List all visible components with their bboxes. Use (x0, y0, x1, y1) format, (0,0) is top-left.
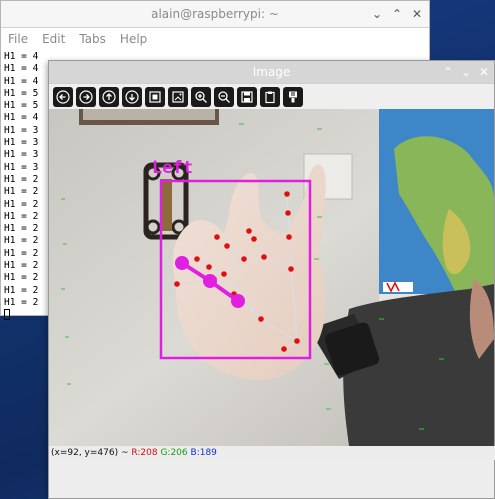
terminal-menubar: File Edit Tabs Help (1, 28, 429, 50)
arrow-right-icon[interactable] (76, 87, 96, 107)
zoom-in-icon[interactable] (191, 87, 211, 107)
image-window: Image ⌃ ⌄ ✕ Left (x=92, y=476) ~ R:208 G… (48, 60, 495, 499)
terminal-title: alain@raspberrypi: ~ (151, 7, 279, 21)
cursor-coordinates: (x=92, y=476) ~ (51, 448, 129, 458)
image-titlebar[interactable]: Image ⌃ ⌄ ✕ (49, 61, 494, 84)
pixel-blue-value: B:189 (190, 448, 217, 458)
properties-icon[interactable] (283, 87, 303, 107)
close-icon[interactable]: ✕ (478, 66, 490, 78)
minimize-icon[interactable]: ⌄ (371, 8, 383, 20)
maximize-icon[interactable]: ⌃ (391, 8, 403, 20)
image-toolbar (49, 84, 494, 110)
zoom-original-icon[interactable] (168, 87, 188, 107)
menu-file[interactable]: File (8, 32, 28, 46)
terminal-cursor (4, 309, 10, 321)
terminal-titlebar[interactable]: alain@raspberrypi: ~ ⌄ ⌃ ✕ (1, 1, 429, 28)
world-map-poster (379, 109, 494, 304)
arrow-left-icon[interactable] (53, 87, 73, 107)
arrow-up-icon[interactable] (99, 87, 119, 107)
close-icon[interactable]: ✕ (411, 8, 423, 20)
menu-tabs[interactable]: Tabs (79, 32, 106, 46)
image-canvas[interactable]: Left (49, 109, 494, 446)
webcam-frame: Left (49, 109, 494, 446)
menu-help[interactable]: Help (120, 32, 147, 46)
pixel-red-value: R:208 (131, 448, 158, 458)
copy-clipboard-icon[interactable] (260, 87, 280, 107)
image-statusbar: (x=92, y=476) ~ R:208 G:206 B:189 (49, 446, 495, 460)
zoom-out-icon[interactable] (214, 87, 234, 107)
menu-edit[interactable]: Edit (42, 32, 65, 46)
hand-label: Left (152, 158, 193, 178)
maximize-icon[interactable]: ⌄ (460, 66, 472, 78)
arrow-down-icon[interactable] (122, 87, 142, 107)
minimize-icon[interactable]: ⌃ (442, 66, 454, 78)
pixel-green-value: G:206 (160, 448, 188, 458)
image-window-title: Image (252, 65, 291, 79)
fit-window-icon[interactable] (145, 87, 165, 107)
save-image-icon[interactable] (237, 87, 257, 107)
